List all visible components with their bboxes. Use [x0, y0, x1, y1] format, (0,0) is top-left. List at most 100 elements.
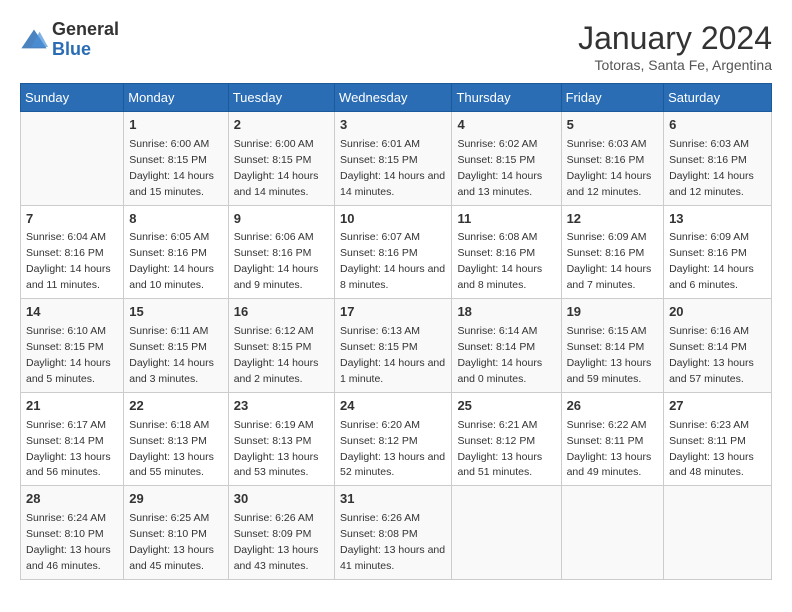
- day-info: Sunrise: 6:11 AMSunset: 8:15 PMDaylight:…: [129, 325, 214, 385]
- day-number: 20: [669, 303, 766, 322]
- day-info: Sunrise: 6:03 AMSunset: 8:16 PMDaylight:…: [669, 138, 754, 198]
- calendar-cell: 10 Sunrise: 6:07 AMSunset: 8:16 PMDaylig…: [335, 205, 452, 299]
- calendar-cell: 8 Sunrise: 6:05 AMSunset: 8:16 PMDayligh…: [124, 205, 228, 299]
- day-number: 3: [340, 116, 446, 135]
- day-number: 10: [340, 210, 446, 229]
- day-header-wednesday: Wednesday: [335, 84, 452, 112]
- day-info: Sunrise: 6:01 AMSunset: 8:15 PMDaylight:…: [340, 138, 445, 198]
- calendar-cell: 27 Sunrise: 6:23 AMSunset: 8:11 PMDaylig…: [664, 392, 772, 486]
- day-number: 25: [457, 397, 555, 416]
- day-number: 4: [457, 116, 555, 135]
- day-number: 17: [340, 303, 446, 322]
- day-number: 24: [340, 397, 446, 416]
- calendar-cell: [21, 112, 124, 206]
- day-number: 21: [26, 397, 118, 416]
- calendar-cell: [664, 486, 772, 580]
- day-info: Sunrise: 6:00 AMSunset: 8:15 PMDaylight:…: [234, 138, 319, 198]
- day-number: 26: [567, 397, 659, 416]
- day-info: Sunrise: 6:14 AMSunset: 8:14 PMDaylight:…: [457, 325, 542, 385]
- calendar-cell: 26 Sunrise: 6:22 AMSunset: 8:11 PMDaylig…: [561, 392, 664, 486]
- page-header: General Blue January 2024 Totoras, Santa…: [20, 20, 772, 73]
- calendar-header-row: SundayMondayTuesdayWednesdayThursdayFrid…: [21, 84, 772, 112]
- calendar-week-row: 28 Sunrise: 6:24 AMSunset: 8:10 PMDaylig…: [21, 486, 772, 580]
- day-number: 1: [129, 116, 222, 135]
- calendar-cell: 20 Sunrise: 6:16 AMSunset: 8:14 PMDaylig…: [664, 299, 772, 393]
- day-info: Sunrise: 6:07 AMSunset: 8:16 PMDaylight:…: [340, 231, 445, 291]
- day-info: Sunrise: 6:18 AMSunset: 8:13 PMDaylight:…: [129, 419, 214, 479]
- day-number: 6: [669, 116, 766, 135]
- day-number: 29: [129, 490, 222, 509]
- calendar-cell: 15 Sunrise: 6:11 AMSunset: 8:15 PMDaylig…: [124, 299, 228, 393]
- day-number: 28: [26, 490, 118, 509]
- day-info: Sunrise: 6:26 AMSunset: 8:08 PMDaylight:…: [340, 512, 445, 572]
- calendar-week-row: 21 Sunrise: 6:17 AMSunset: 8:14 PMDaylig…: [21, 392, 772, 486]
- day-number: 16: [234, 303, 329, 322]
- calendar-table: SundayMondayTuesdayWednesdayThursdayFrid…: [20, 83, 772, 580]
- calendar-cell: 30 Sunrise: 6:26 AMSunset: 8:09 PMDaylig…: [228, 486, 334, 580]
- calendar-cell: 28 Sunrise: 6:24 AMSunset: 8:10 PMDaylig…: [21, 486, 124, 580]
- day-info: Sunrise: 6:22 AMSunset: 8:11 PMDaylight:…: [567, 419, 652, 479]
- calendar-cell: 29 Sunrise: 6:25 AMSunset: 8:10 PMDaylig…: [124, 486, 228, 580]
- day-number: 2: [234, 116, 329, 135]
- calendar-cell: [452, 486, 561, 580]
- day-info: Sunrise: 6:23 AMSunset: 8:11 PMDaylight:…: [669, 419, 754, 479]
- day-info: Sunrise: 6:08 AMSunset: 8:16 PMDaylight:…: [457, 231, 542, 291]
- calendar-cell: 21 Sunrise: 6:17 AMSunset: 8:14 PMDaylig…: [21, 392, 124, 486]
- calendar-cell: [561, 486, 664, 580]
- day-number: 31: [340, 490, 446, 509]
- day-number: 7: [26, 210, 118, 229]
- day-number: 30: [234, 490, 329, 509]
- day-info: Sunrise: 6:09 AMSunset: 8:16 PMDaylight:…: [669, 231, 754, 291]
- day-number: 27: [669, 397, 766, 416]
- day-number: 13: [669, 210, 766, 229]
- day-header-friday: Friday: [561, 84, 664, 112]
- day-info: Sunrise: 6:05 AMSunset: 8:16 PMDaylight:…: [129, 231, 214, 291]
- location: Totoras, Santa Fe, Argentina: [578, 57, 772, 73]
- calendar-week-row: 1 Sunrise: 6:00 AMSunset: 8:15 PMDayligh…: [21, 112, 772, 206]
- logo-icon: [20, 26, 48, 54]
- day-info: Sunrise: 6:00 AMSunset: 8:15 PMDaylight:…: [129, 138, 214, 198]
- logo-general-text: General: [52, 19, 119, 39]
- day-info: Sunrise: 6:19 AMSunset: 8:13 PMDaylight:…: [234, 419, 319, 479]
- day-number: 5: [567, 116, 659, 135]
- logo: General Blue: [20, 20, 119, 60]
- day-info: Sunrise: 6:12 AMSunset: 8:15 PMDaylight:…: [234, 325, 319, 385]
- day-number: 12: [567, 210, 659, 229]
- day-header-sunday: Sunday: [21, 84, 124, 112]
- day-info: Sunrise: 6:26 AMSunset: 8:09 PMDaylight:…: [234, 512, 319, 572]
- calendar-cell: 11 Sunrise: 6:08 AMSunset: 8:16 PMDaylig…: [452, 205, 561, 299]
- day-info: Sunrise: 6:16 AMSunset: 8:14 PMDaylight:…: [669, 325, 754, 385]
- day-info: Sunrise: 6:13 AMSunset: 8:15 PMDaylight:…: [340, 325, 445, 385]
- calendar-cell: 7 Sunrise: 6:04 AMSunset: 8:16 PMDayligh…: [21, 205, 124, 299]
- calendar-week-row: 14 Sunrise: 6:10 AMSunset: 8:15 PMDaylig…: [21, 299, 772, 393]
- day-number: 11: [457, 210, 555, 229]
- day-header-saturday: Saturday: [664, 84, 772, 112]
- calendar-cell: 23 Sunrise: 6:19 AMSunset: 8:13 PMDaylig…: [228, 392, 334, 486]
- day-info: Sunrise: 6:10 AMSunset: 8:15 PMDaylight:…: [26, 325, 111, 385]
- calendar-cell: 6 Sunrise: 6:03 AMSunset: 8:16 PMDayligh…: [664, 112, 772, 206]
- day-info: Sunrise: 6:04 AMSunset: 8:16 PMDaylight:…: [26, 231, 111, 291]
- title-block: January 2024 Totoras, Santa Fe, Argentin…: [578, 20, 772, 73]
- day-number: 14: [26, 303, 118, 322]
- day-header-thursday: Thursday: [452, 84, 561, 112]
- calendar-cell: 1 Sunrise: 6:00 AMSunset: 8:15 PMDayligh…: [124, 112, 228, 206]
- day-number: 19: [567, 303, 659, 322]
- calendar-cell: 2 Sunrise: 6:00 AMSunset: 8:15 PMDayligh…: [228, 112, 334, 206]
- day-info: Sunrise: 6:24 AMSunset: 8:10 PMDaylight:…: [26, 512, 111, 572]
- day-number: 9: [234, 210, 329, 229]
- day-info: Sunrise: 6:20 AMSunset: 8:12 PMDaylight:…: [340, 419, 445, 479]
- day-info: Sunrise: 6:15 AMSunset: 8:14 PMDaylight:…: [567, 325, 652, 385]
- month-title: January 2024: [578, 20, 772, 57]
- day-header-tuesday: Tuesday: [228, 84, 334, 112]
- calendar-cell: 17 Sunrise: 6:13 AMSunset: 8:15 PMDaylig…: [335, 299, 452, 393]
- day-info: Sunrise: 6:02 AMSunset: 8:15 PMDaylight:…: [457, 138, 542, 198]
- day-number: 8: [129, 210, 222, 229]
- calendar-cell: 12 Sunrise: 6:09 AMSunset: 8:16 PMDaylig…: [561, 205, 664, 299]
- day-info: Sunrise: 6:21 AMSunset: 8:12 PMDaylight:…: [457, 419, 542, 479]
- day-header-monday: Monday: [124, 84, 228, 112]
- calendar-cell: 9 Sunrise: 6:06 AMSunset: 8:16 PMDayligh…: [228, 205, 334, 299]
- calendar-cell: 16 Sunrise: 6:12 AMSunset: 8:15 PMDaylig…: [228, 299, 334, 393]
- day-info: Sunrise: 6:03 AMSunset: 8:16 PMDaylight:…: [567, 138, 652, 198]
- day-info: Sunrise: 6:25 AMSunset: 8:10 PMDaylight:…: [129, 512, 214, 572]
- calendar-cell: 13 Sunrise: 6:09 AMSunset: 8:16 PMDaylig…: [664, 205, 772, 299]
